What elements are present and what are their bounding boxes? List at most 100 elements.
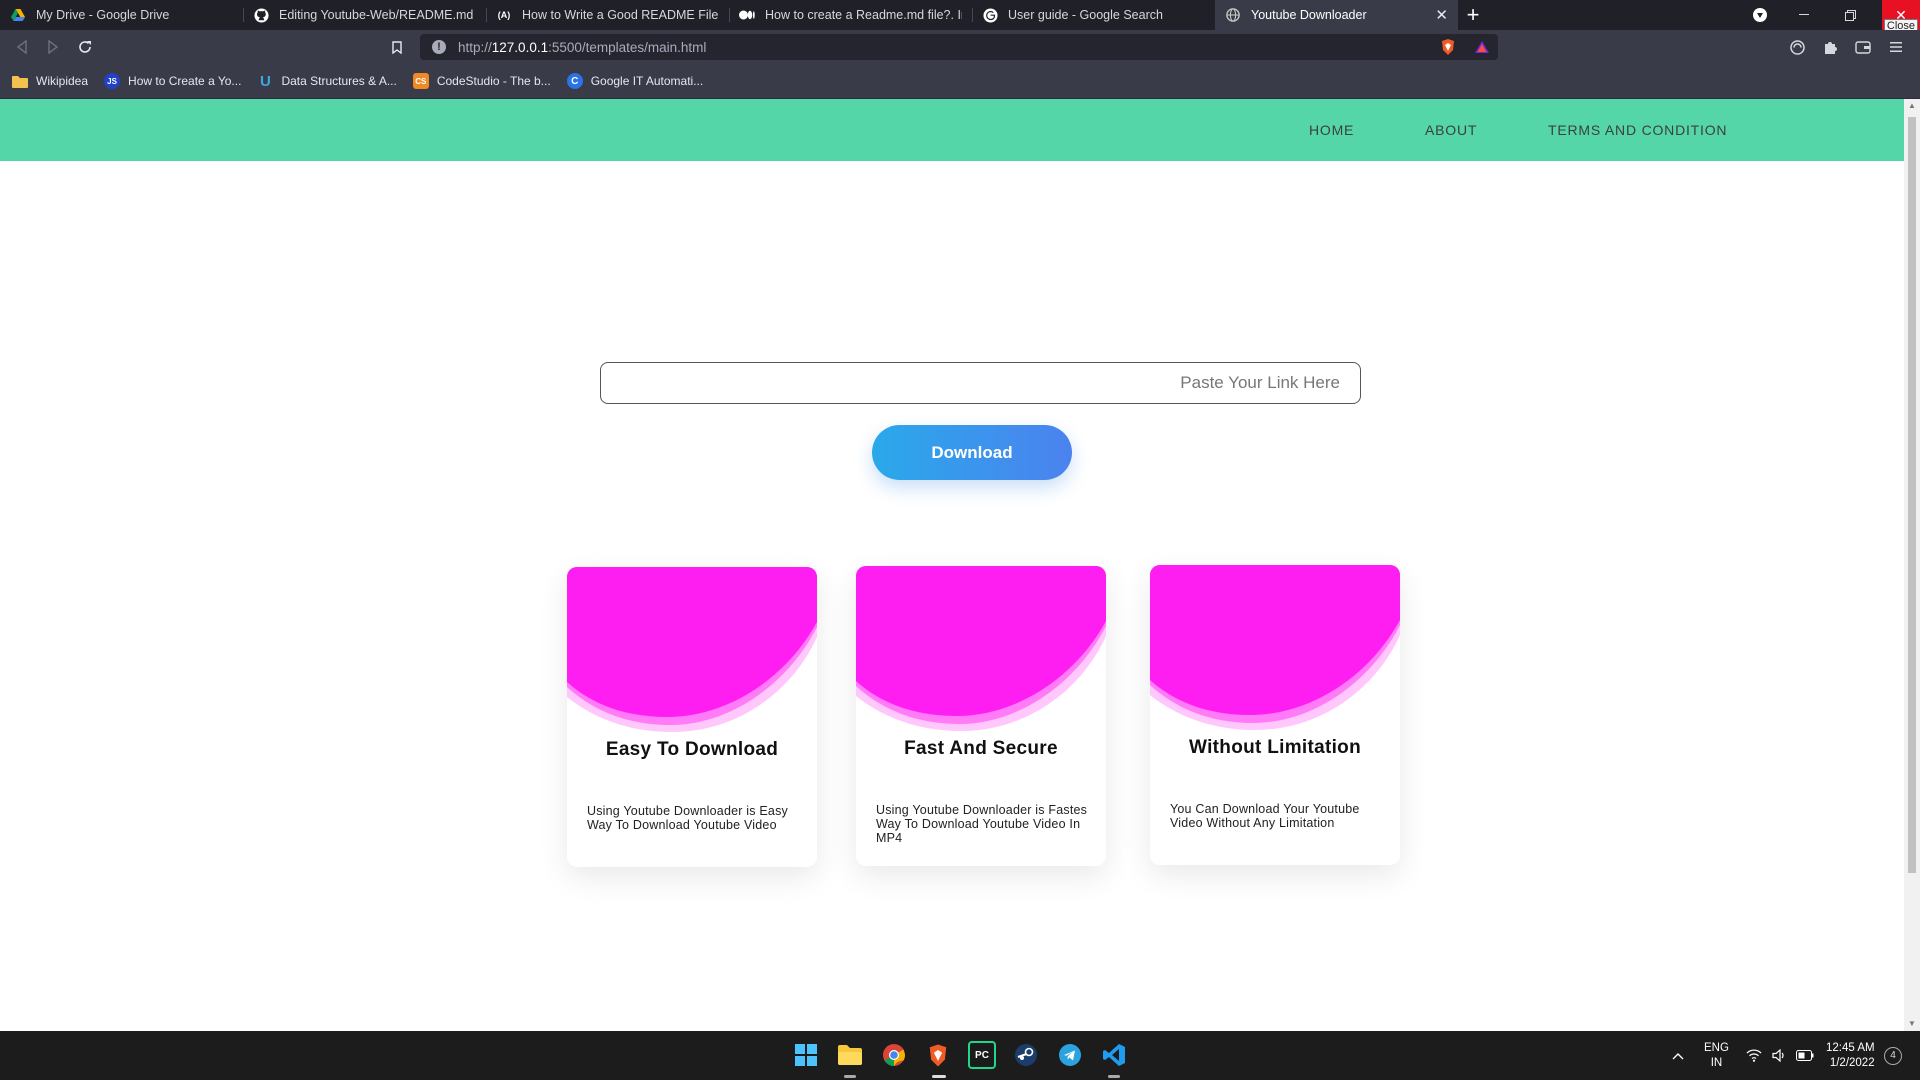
card-text: Using Youtube Downloader is Fastes Way T… (876, 803, 1088, 845)
plus-icon: + (1466, 2, 1480, 27)
feature-card-fast: Fast And Secure Using Youtube Downloader… (856, 566, 1106, 866)
bookmark-label: Wikipidea (36, 74, 89, 88)
tab-freecodecamp-readme[interactable]: (A) How to Write a Good README File for (486, 0, 729, 30)
language-indicator[interactable]: ENG IN (1704, 1031, 1729, 1080)
forward-button[interactable] (41, 35, 65, 59)
udemy-icon: U (260, 72, 271, 90)
folder-icon (12, 73, 28, 89)
bookmark-label: Data Structures & A... (281, 74, 397, 88)
globe-icon (1225, 7, 1241, 23)
tab-google-drive[interactable]: My Drive - Google Drive (0, 0, 243, 30)
card-title: Fast And Secure (904, 738, 1058, 759)
feature-card-easy: Easy To Download Using Youtube Downloade… (567, 567, 817, 867)
card-title: Easy To Download (605, 739, 779, 760)
file-explorer-icon[interactable] (836, 1041, 864, 1069)
google-drive-icon (10, 7, 26, 23)
active-app-indicator (844, 1075, 856, 1078)
windows-start-icon[interactable] (792, 1041, 820, 1069)
new-tab-button[interactable]: + (1458, 0, 1488, 30)
url-path: :5500/templates/main.html (548, 39, 707, 55)
vscode-icon[interactable] (1100, 1041, 1128, 1069)
brave-rewards-icon[interactable] (1737, 0, 1783, 30)
download-button[interactable]: Download (872, 425, 1072, 480)
bookmark-google-it[interactable]: C Google IT Automati... (566, 73, 704, 89)
bookmark-create-youtube[interactable]: JS How to Create a Yo... (104, 73, 241, 89)
bookmark-data-structures[interactable]: U Data Structures & A... (257, 72, 397, 90)
js-icon: JS (104, 73, 121, 89)
codestudio-icon: CS (412, 73, 429, 89)
bookmark-button[interactable] (385, 35, 409, 59)
address-bar[interactable]: ! http://127.0.0.1:5500/templates/main.h… (420, 34, 1498, 60)
minimize-button[interactable] (1781, 0, 1827, 30)
card-text: Using Youtube Downloader is Easy Way To … (587, 804, 788, 832)
feature-card-unlimited: Without Limitation You Can Download Your… (1150, 565, 1400, 865)
bookmarks-bar: Wikipidea JS How to Create a Yo... U Dat… (0, 64, 1920, 99)
extensions-icon[interactable] (1820, 37, 1840, 57)
chrome-icon[interactable] (880, 1041, 908, 1069)
clock-date: 1/2/2022 (1829, 1056, 1875, 1069)
reload-button[interactable] (73, 35, 97, 59)
active-app-indicator (1108, 1075, 1120, 1078)
tab-google-search[interactable]: User guide - Google Search (972, 0, 1215, 30)
volume-icon (1772, 1049, 1784, 1062)
browser-tab-strip: My Drive - Google Drive Editing Youtube-… (0, 0, 1920, 30)
bookmark-label: Google IT Automati... (590, 74, 704, 88)
card-wave-graphic (856, 566, 1106, 731)
card-wave-graphic (567, 567, 817, 732)
system-status-group[interactable] (1746, 1031, 1814, 1080)
scroll-down-arrow-icon[interactable]: ▼ (1908, 1019, 1916, 1029)
browser-toolbar: ! http://127.0.0.1:5500/templates/main.h… (0, 30, 1920, 64)
site-navbar: HOME ABOUT TERMS AND CONDITION (0, 99, 1904, 161)
card-wave-graphic (1150, 565, 1400, 730)
menu-icon[interactable] (1886, 37, 1906, 57)
tab-label: How to Write a Good README File for (522, 8, 719, 22)
close-tab-icon[interactable]: ✕ (1435, 6, 1448, 24)
windows-taskbar: PC ENG IN 12:45 AM 1/2/2022 4 (0, 1031, 1920, 1080)
tab-label: User guide - Google Search (1008, 8, 1163, 22)
link-input[interactable] (600, 362, 1361, 404)
github-icon (253, 7, 269, 23)
brave-rewards-triangle-icon[interactable] (1472, 37, 1492, 57)
scroll-up-arrow-icon[interactable]: ▲ (1908, 101, 1916, 111)
active-app-indicator (932, 1075, 946, 1078)
show-hidden-icons-button[interactable] (1672, 1031, 1684, 1080)
tab-medium-readme[interactable]: How to create a Readme.md file?. In th (729, 0, 972, 30)
tab-github-readme[interactable]: Editing Youtube-Web/README.md at (243, 0, 486, 30)
clock-time: 12:45 AM (1826, 1041, 1875, 1054)
tab-label: Youtube Downloader (1251, 8, 1367, 22)
nav-home-link[interactable]: HOME (1309, 122, 1354, 138)
brave-icon[interactable] (924, 1041, 952, 1069)
brave-shields-icon[interactable] (1438, 37, 1458, 57)
wallet-icon[interactable] (1853, 37, 1873, 57)
steam-icon[interactable] (1012, 1041, 1040, 1069)
page-scrollbar[interactable]: ▲ ▼ (1904, 99, 1920, 1031)
bookmark-wikipidea[interactable]: Wikipidea (12, 73, 88, 89)
tab-youtube-downloader[interactable]: Youtube Downloader ✕ (1215, 0, 1458, 30)
restore-button[interactable] (1827, 0, 1873, 30)
notification-count-badge: 4 (1884, 1046, 1902, 1065)
coursera-icon: C (566, 73, 583, 89)
language-code: ENG (1704, 1041, 1729, 1054)
vpn-icon[interactable] (1787, 37, 1807, 57)
bookmark-label: How to Create a Yo... (128, 74, 242, 88)
bookmark-label: CodeStudio - The b... (436, 74, 551, 88)
url-prefix: http:// (458, 39, 492, 55)
pycharm-icon[interactable]: PC (968, 1041, 996, 1069)
language-region: IN (1710, 1056, 1723, 1069)
notification-center-button[interactable]: 4 (1884, 1031, 1902, 1080)
card-title: Without Limitation (1189, 737, 1361, 758)
page-viewport: HOME ABOUT TERMS AND CONDITION Download … (0, 99, 1904, 1031)
nav-about-link[interactable]: ABOUT (1425, 122, 1477, 138)
clock[interactable]: 12:45 AM 1/2/2022 (1826, 1031, 1875, 1080)
bookmark-codestudio[interactable]: CS CodeStudio - The b... (412, 73, 551, 89)
freecodecamp-icon: (A) (497, 10, 511, 20)
nav-terms-link[interactable]: TERMS AND CONDITION (1548, 122, 1727, 138)
google-icon (982, 7, 998, 23)
tab-label: My Drive - Google Drive (36, 8, 170, 22)
back-button[interactable] (10, 35, 34, 59)
site-info-icon[interactable]: ! (432, 40, 446, 54)
telegram-icon[interactable] (1056, 1041, 1084, 1069)
scrollbar-thumb[interactable] (1908, 117, 1916, 873)
url-host: 127.0.0.1 (491, 39, 549, 55)
card-text: You Can Download Your Youtube Video With… (1170, 802, 1360, 830)
